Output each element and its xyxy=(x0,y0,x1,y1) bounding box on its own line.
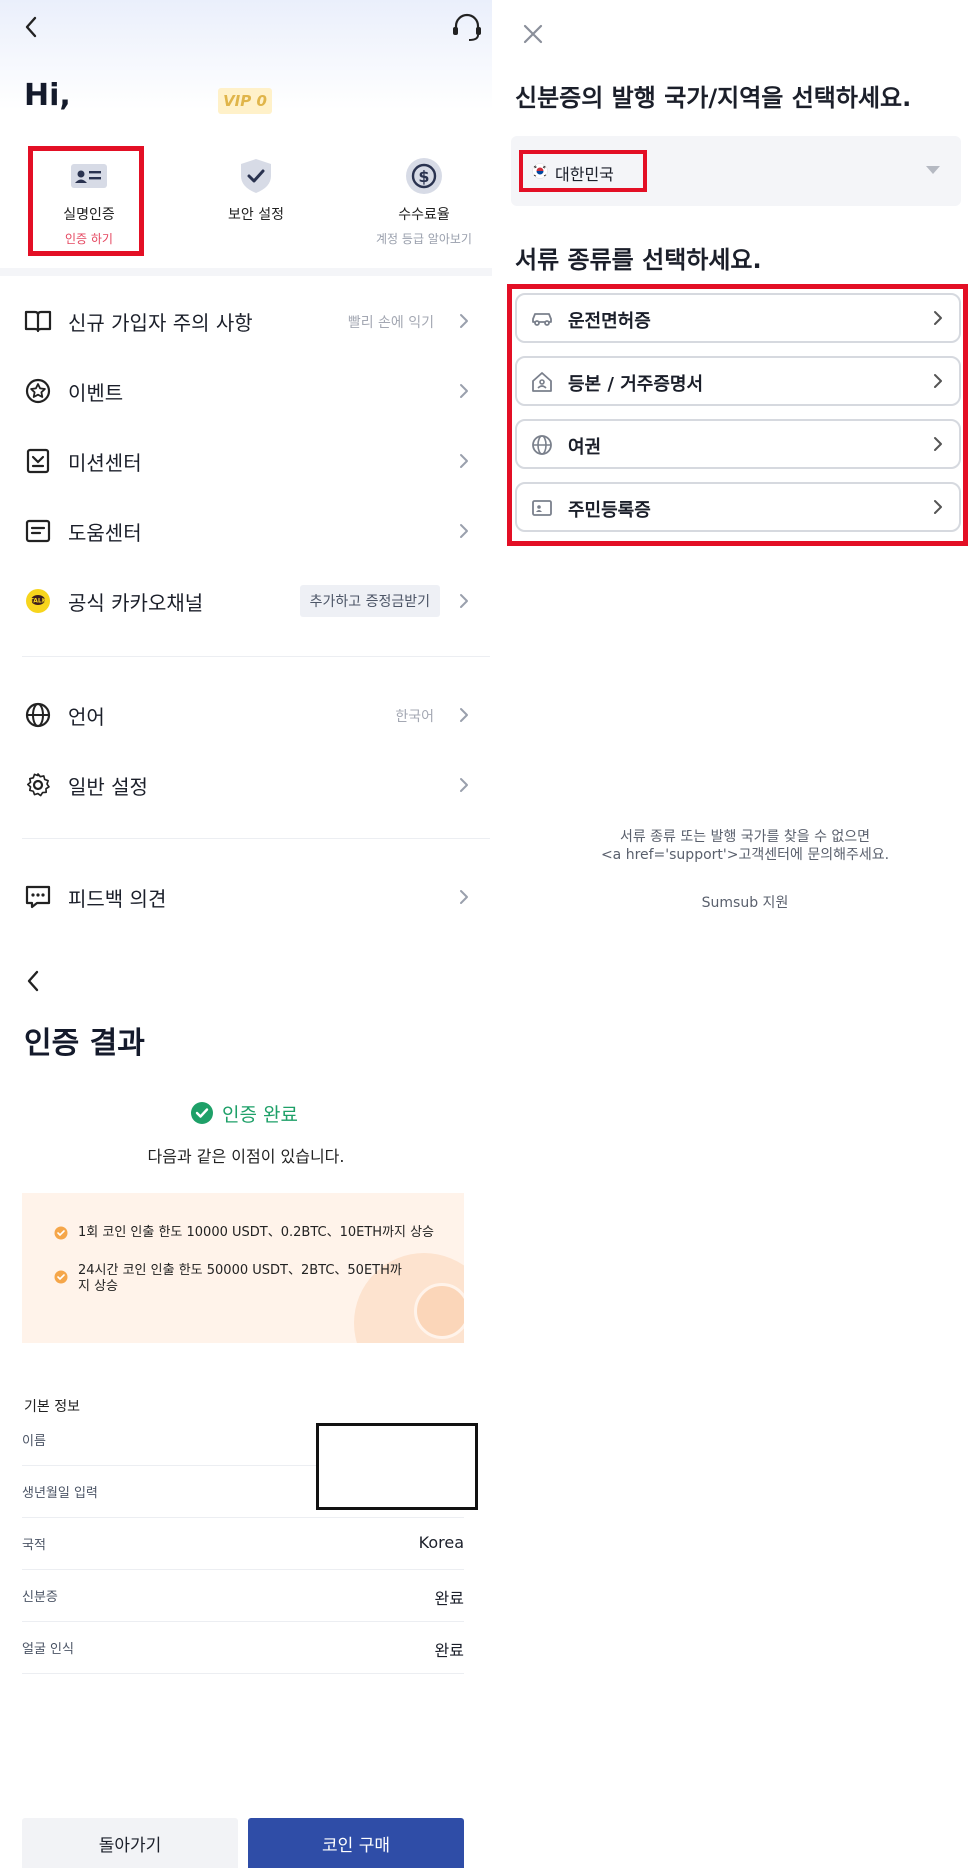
page-title: 신분증의 발행 국가/지역을 선택하세요. xyxy=(515,84,912,112)
menu-label: 이벤트 xyxy=(68,381,124,405)
menu-item-general-settings[interactable]: 일반 설정 xyxy=(0,750,492,820)
buy-coin-button[interactable]: 코인 구매 xyxy=(248,1818,464,1868)
feedback-icon xyxy=(24,883,52,911)
menu-label: 공식 카카오채널 xyxy=(68,591,204,615)
kakao-icon: TALK xyxy=(24,587,52,615)
info-key: 국적 xyxy=(22,1538,46,1553)
redaction-box xyxy=(316,1423,478,1510)
info-key: 얼굴 인식 xyxy=(22,1642,74,1657)
chevron-right-icon xyxy=(458,591,470,611)
info-key: 신분증 xyxy=(22,1590,58,1605)
menu-label: 언어 xyxy=(68,705,105,729)
highlight-box xyxy=(507,284,968,546)
info-heading: 기본 정보 xyxy=(24,1399,80,1415)
chevron-right-icon xyxy=(458,705,470,725)
info-key: 이름 xyxy=(22,1434,46,1449)
svg-text:$: $ xyxy=(418,167,429,186)
menu-item-kakao-channel[interactable]: TALK 공식 카카오채널 추가하고 증정금받기 xyxy=(0,566,492,636)
section-divider xyxy=(0,268,492,276)
chevron-right-icon xyxy=(458,451,470,471)
info-value: 완료 xyxy=(434,1589,464,1608)
star-badge-icon xyxy=(24,377,52,405)
chevron-right-icon xyxy=(458,521,470,541)
quick-label: 수수료율 xyxy=(398,207,450,223)
menu-promo-pill: 추가하고 증정금받기 xyxy=(299,585,440,617)
divider xyxy=(22,838,490,839)
chevron-right-icon xyxy=(458,311,470,331)
info-value: 완료 xyxy=(434,1641,464,1660)
headset-support-icon[interactable] xyxy=(450,12,484,44)
mission-icon xyxy=(24,447,52,475)
info-row-face-recognition: 얼굴 인식 완료 xyxy=(22,1622,464,1674)
vip-badge: VIP 0 xyxy=(218,88,272,114)
gear-icon xyxy=(24,771,52,799)
id-card-icon xyxy=(69,156,109,196)
decoration xyxy=(414,1283,464,1339)
globe-icon xyxy=(24,701,52,729)
back-arrow-icon[interactable] xyxy=(26,970,40,992)
benefit-item: 1회 코인 인출 한도 10000 USDT、0.2BTC、10ETH까지 상승 xyxy=(78,1225,435,1240)
menu-right-text: 빨리 손에 익기 xyxy=(347,315,434,331)
quick-realname-auth[interactable]: 실명인증 인증 하기 xyxy=(19,148,159,247)
info-key: 생년월일 입력 xyxy=(22,1486,98,1501)
menu-item-events[interactable]: 이벤트 xyxy=(0,356,492,426)
quick-label: 실명인증 xyxy=(63,207,115,223)
quick-label: 보안 설정 xyxy=(228,207,284,223)
verification-result-panel: 인증 결과 인증 완료 다음과 같은 이점이 있습니다. 1회 코인 인출 한도… xyxy=(0,950,492,1868)
info-row-nationality: 국적 Korea xyxy=(22,1518,464,1570)
check-dot-icon xyxy=(54,1270,68,1284)
chevron-right-icon xyxy=(458,775,470,795)
svg-text:TALK: TALK xyxy=(30,598,47,605)
menu-right-text: 한국어 xyxy=(395,709,434,725)
check-dot-icon xyxy=(54,1226,68,1240)
benefit-heading: 다음과 같은 이점이 있습니다. xyxy=(147,1147,345,1166)
info-row-id-document: 신분증 완료 xyxy=(22,1570,464,1622)
menu-label: 피드백 의견 xyxy=(68,887,167,911)
document-select-panel: 신분증의 발행 국가/지역을 선택하세요. 대한민국 서류 종류를 선택하세요.… xyxy=(505,0,968,935)
profile-panel: Hi, VIP 0 실명인증 인증 하기 보안 설정 $ 수수료율 계정 등급 … xyxy=(0,0,492,935)
help-doc-icon xyxy=(24,517,52,545)
menu-label: 도움센터 xyxy=(68,521,142,545)
check-circle-icon xyxy=(190,1101,214,1125)
chevron-right-icon xyxy=(458,887,470,907)
menu-item-mission-center[interactable]: 미션센터 xyxy=(0,426,492,496)
go-back-button[interactable]: 돌아가기 xyxy=(22,1818,238,1868)
quick-sub: 인증 하기 xyxy=(65,232,113,246)
section-title: 서류 종류를 선택하세요. xyxy=(515,246,762,274)
highlight-box xyxy=(519,150,647,192)
support-note: 서류 종류 또는 발행 국가를 찾을 수 없으면 <a href='suppor… xyxy=(565,828,925,864)
powered-by: Sumsub 지원 xyxy=(701,895,789,911)
menu-label: 미션센터 xyxy=(68,451,142,475)
menu-item-help-center[interactable]: 도움센터 xyxy=(0,496,492,566)
status-text: 인증 완료 xyxy=(222,1104,298,1126)
quick-security-settings[interactable]: 보안 설정 xyxy=(186,148,326,224)
menu-item-language[interactable]: 언어 한국어 xyxy=(0,680,492,750)
menu-item-newcomer-notice[interactable]: 신규 가입자 주의 사항 빨리 손에 익기 xyxy=(0,286,492,356)
benefit-item: 24시간 코인 인출 한도 50000 USDT、2BTC、50ETH까지 상승 xyxy=(78,1263,402,1294)
fee-coin-icon: $ xyxy=(404,156,444,196)
menu-label: 일반 설정 xyxy=(68,775,148,799)
info-value: Korea xyxy=(418,1533,464,1552)
support-note-line2[interactable]: <a href='support'>고객센터에 문의해주세요. xyxy=(565,846,925,864)
quick-fee-rate[interactable]: $ 수수료율 계정 등급 알아보기 xyxy=(354,148,494,247)
divider xyxy=(22,656,490,657)
chevron-right-icon xyxy=(458,381,470,401)
back-arrow-icon[interactable] xyxy=(24,16,38,38)
close-icon[interactable] xyxy=(521,22,545,46)
page-title: 인증 결과 xyxy=(24,1026,145,1061)
support-note-line1: 서류 종류 또는 발행 국가를 찾을 수 없으면 xyxy=(619,829,871,845)
shield-check-icon xyxy=(236,156,276,196)
book-icon xyxy=(24,307,52,335)
menu-label: 신규 가입자 주의 사항 xyxy=(68,311,253,335)
chevron-down-icon xyxy=(926,166,940,174)
quick-sub: 계정 등급 알아보기 xyxy=(376,232,472,246)
greeting: Hi, xyxy=(24,78,71,113)
menu-item-feedback[interactable]: 피드백 의견 xyxy=(0,862,492,932)
